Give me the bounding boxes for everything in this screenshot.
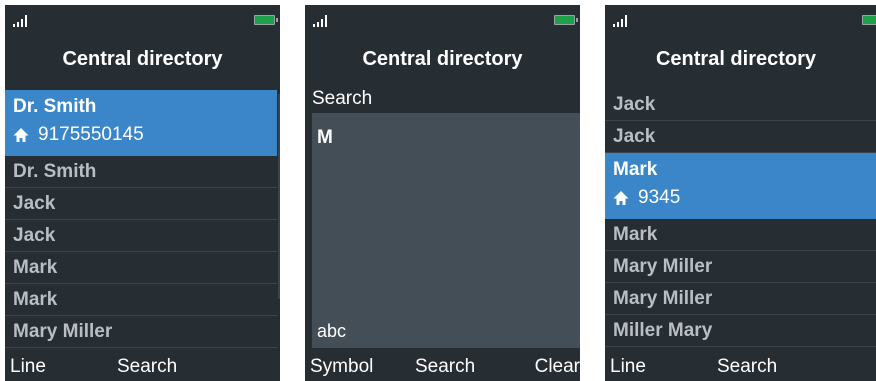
page-title: Central directory [362,48,523,70]
softkey-bar: Line Search [605,351,876,381]
signal-icon [313,15,337,27]
softkey-search[interactable]: Search [717,356,777,378]
battery-icon [862,15,876,25]
contact-list: Jack Jack Mark 9345 Mark Mary Miller Mar… [605,89,876,347]
scrollbar[interactable] [278,94,280,299]
input-mode-indicator: abc [317,321,347,341]
directory-screen-2: Central directory Jack Jack Mark 9345 Ma… [605,5,876,381]
search-label: Search [312,88,373,109]
softkey-line[interactable]: Line [10,356,46,378]
search-screen: Central directory Search M abc Symbol Se… [305,5,580,381]
softkey-search[interactable]: Search [117,356,177,378]
list-item[interactable]: Miller Mary [605,315,876,347]
battery-icon [554,15,578,25]
softkey-bar: Line Search [5,351,280,381]
list-item[interactable]: Jack [605,89,876,121]
list-item[interactable]: Dr. Smith [5,156,277,188]
list-item[interactable]: Mark [605,219,876,251]
signal-icon [13,15,37,27]
page-title: Central directory [62,48,223,70]
contact-number: 9175550145 [38,124,144,145]
softkey-line[interactable]: Line [610,356,646,378]
battery-icon [254,15,278,25]
list-item[interactable]: Mark [5,284,277,316]
contact-name: Dr. Smith [13,96,97,117]
list-item-selected[interactable]: Dr. Smith 9175550145 [5,90,277,156]
page-title: Central directory [655,48,817,70]
contact-name: Mark [613,159,658,180]
list-item[interactable]: Mary Miller [605,283,876,315]
softkey-bar: Symbol Search Clear [305,351,580,381]
home-icon [613,191,629,205]
list-item[interactable]: Mark [5,252,277,284]
list-item[interactable]: Jack [5,220,277,252]
softkey-symbol[interactable]: Symbol [310,356,373,378]
home-icon [13,128,29,142]
search-input[interactable]: M abc [312,113,580,348]
directory-screen-1: Central directory Dr. Smith 9175550145 D… [5,5,280,381]
signal-icon [613,15,637,27]
list-item-selected[interactable]: Mark 9345 [605,153,876,219]
list-item[interactable]: Mary Miller [5,316,277,348]
softkey-clear[interactable]: Clear [535,356,580,378]
contact-list: Dr. Smith 9175550145 Dr. Smith Jack Jack… [5,90,277,348]
list-item[interactable]: Jack [5,188,277,220]
list-item[interactable]: Jack [605,121,876,153]
softkey-search[interactable]: Search [415,356,475,378]
search-value: M [317,127,333,148]
list-item[interactable]: Mary Miller [605,251,876,283]
contact-number: 9345 [638,187,681,208]
